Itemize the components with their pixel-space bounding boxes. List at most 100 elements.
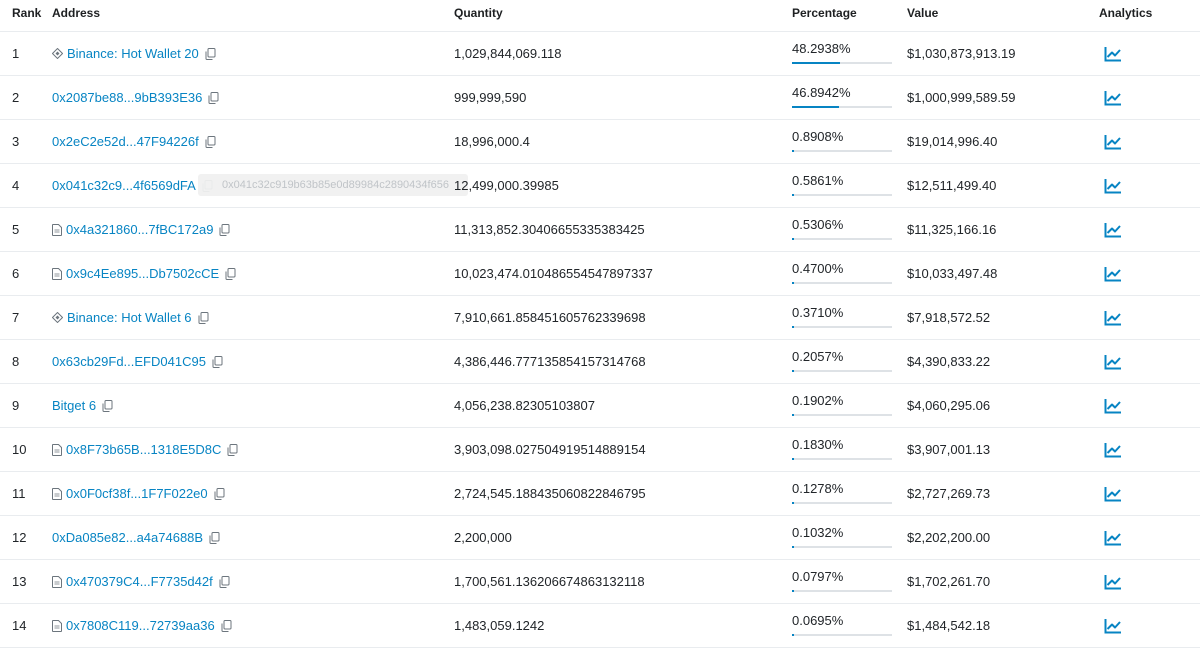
quantity-cell: 1,029,844,069.118 xyxy=(454,46,562,61)
percentage-bar-fill xyxy=(792,458,794,460)
rank-cell: 9 xyxy=(12,398,20,413)
percentage-cell: 48.2938% xyxy=(792,32,892,75)
percentage-bar-fill xyxy=(792,282,794,284)
address-link[interactable]: 0x2087be88...9bB393E36 xyxy=(52,90,202,105)
copy-icon[interactable] xyxy=(205,135,216,148)
percentage-cell: 0.2057% xyxy=(792,340,892,383)
analytics-chart-icon[interactable] xyxy=(1104,618,1122,634)
percentage-wrap: 0.0695% xyxy=(792,613,892,636)
address-cell: 0x470379C4...F7735d42f xyxy=(52,560,230,603)
copy-icon[interactable] xyxy=(214,487,225,500)
percentage-bar xyxy=(792,458,892,460)
diamond-icon xyxy=(52,312,63,323)
percentage-wrap: 0.1830% xyxy=(792,437,892,460)
analytics-chart-icon[interactable] xyxy=(1104,178,1122,194)
address-link[interactable]: 0x8F73b65B...1318E5D8C xyxy=(66,442,221,457)
copy-icon[interactable] xyxy=(205,47,216,60)
address-link[interactable]: Bitget 6 xyxy=(52,398,96,413)
address-cell: 0x041c32c9...4f6569dFA xyxy=(52,164,213,207)
address-link[interactable]: 0x2eC2e52d...47F94226f xyxy=(52,134,199,149)
analytics-chart-icon[interactable] xyxy=(1104,90,1122,106)
copy-icon[interactable] xyxy=(219,223,230,236)
analytics-cell xyxy=(1104,340,1122,383)
table-row: 5 0x4a321860...7fBC172a9 11,313,852.304066… xyxy=(0,208,1200,252)
address-wrap: 0x8F73b65B...1318E5D8C xyxy=(52,442,238,457)
analytics-chart-icon[interactable] xyxy=(1104,486,1122,502)
address-link[interactable]: 0x9c4Ee895...Db7502cCE xyxy=(66,266,219,281)
percentage-text: 48.2938% xyxy=(792,41,851,56)
address-link[interactable]: 0x4a321860...7fBC172a9 xyxy=(66,222,213,237)
percentage-wrap: 0.5306% xyxy=(792,217,892,240)
analytics-cell xyxy=(1104,428,1122,471)
percentage-wrap: 0.2057% xyxy=(792,349,892,372)
analytics-chart-icon[interactable] xyxy=(1104,442,1122,458)
address-cell: 0x2eC2e52d...47F94226f xyxy=(52,120,216,163)
analytics-cell xyxy=(1104,76,1122,119)
copy-icon[interactable] xyxy=(208,91,219,104)
address-wrap: Binance: Hot Wallet 20 xyxy=(52,46,216,61)
table-row: 11 0x0F0cf38f...1F7F022e0 2,724,545.188435… xyxy=(0,472,1200,516)
address-link[interactable]: 0xDa085e82...a4a74688B xyxy=(52,530,203,545)
address-tooltip: 0x041c32c919b63b85e0d89984c2890434f656 xyxy=(198,174,468,196)
value-cell: $1,030,873,913.19 xyxy=(907,46,1016,61)
header-quantity: Quantity xyxy=(454,6,503,20)
value-cell: $19,014,996.40 xyxy=(907,134,998,149)
address-cell: Binance: Hot Wallet 20 xyxy=(52,32,216,75)
percentage-cell: 0.3710% xyxy=(792,296,892,339)
percentage-text: 46.8942% xyxy=(792,85,851,100)
percentage-cell: 0.1902% xyxy=(792,384,892,427)
analytics-chart-icon[interactable] xyxy=(1104,574,1122,590)
percentage-text: 0.2057% xyxy=(792,349,844,364)
address-cell: 0x0F0cf38f...1F7F022e0 xyxy=(52,472,225,515)
address-cell: Bitget 6 xyxy=(52,384,113,427)
percentage-bar xyxy=(792,106,892,108)
table-row: 3 0x2eC2e52d...47F94226f 18,996,000.4 0.890… xyxy=(0,120,1200,164)
analytics-cell xyxy=(1104,296,1122,339)
analytics-chart-icon[interactable] xyxy=(1104,266,1122,282)
percentage-wrap: 0.1032% xyxy=(792,525,892,548)
address-cell: Binance: Hot Wallet 6 xyxy=(52,296,209,339)
analytics-chart-icon[interactable] xyxy=(1104,354,1122,370)
address-wrap: 0x0F0cf38f...1F7F022e0 xyxy=(52,486,225,501)
percentage-bar xyxy=(792,238,892,240)
rank-cell: 11 xyxy=(12,486,26,501)
copy-icon[interactable] xyxy=(225,267,236,280)
address-link[interactable]: 0x470379C4...F7735d42f xyxy=(66,574,213,589)
percentage-bar xyxy=(792,370,892,372)
analytics-chart-icon[interactable] xyxy=(1104,134,1122,150)
copy-icon[interactable] xyxy=(212,355,223,368)
quantity-cell: 3,903,098.027504919514889154 xyxy=(454,442,646,457)
value-cell: $1,000,999,589.59 xyxy=(907,90,1016,105)
copy-icon[interactable] xyxy=(198,311,209,324)
value-cell: $4,390,833.22 xyxy=(907,354,991,369)
rank-cell: 6 xyxy=(12,266,20,281)
copy-icon[interactable] xyxy=(219,575,230,588)
copy-icon[interactable] xyxy=(209,531,220,544)
copy-icon[interactable] xyxy=(227,443,238,456)
address-wrap: 0x63cb29Fd...EFD041C95 xyxy=(52,354,223,369)
address-link[interactable]: 0x041c32c9...4f6569dFA xyxy=(52,178,196,193)
address-link[interactable]: 0x63cb29Fd...EFD041C95 xyxy=(52,354,206,369)
analytics-cell xyxy=(1104,120,1122,163)
address-link[interactable]: Binance: Hot Wallet 20 xyxy=(67,46,199,61)
analytics-chart-icon[interactable] xyxy=(1104,398,1122,414)
percentage-wrap: 0.8908% xyxy=(792,129,892,152)
percentage-wrap: 0.1278% xyxy=(792,481,892,504)
analytics-cell xyxy=(1104,516,1122,559)
analytics-chart-icon[interactable] xyxy=(1104,530,1122,546)
copy-icon[interactable] xyxy=(221,619,232,632)
value-cell: $1,484,542.18 xyxy=(907,618,991,633)
header-percentage: Percentage xyxy=(792,6,857,20)
percentage-bar xyxy=(792,634,892,636)
address-link[interactable]: 0x7808C119...72739aa36 xyxy=(66,618,215,633)
analytics-chart-icon[interactable] xyxy=(1104,46,1122,62)
quantity-cell: 1,700,561.136206674863132118 xyxy=(454,574,645,589)
analytics-cell xyxy=(1104,32,1122,75)
address-link[interactable]: 0x0F0cf38f...1F7F022e0 xyxy=(66,486,208,501)
analytics-chart-icon[interactable] xyxy=(1104,310,1122,326)
holders-table: Rank Address Quantity Percentage Value A… xyxy=(0,0,1200,648)
copy-icon[interactable] xyxy=(102,399,113,412)
address-link[interactable]: Binance: Hot Wallet 6 xyxy=(67,310,192,325)
value-cell: $4,060,295.06 xyxy=(907,398,991,413)
analytics-chart-icon[interactable] xyxy=(1104,222,1122,238)
